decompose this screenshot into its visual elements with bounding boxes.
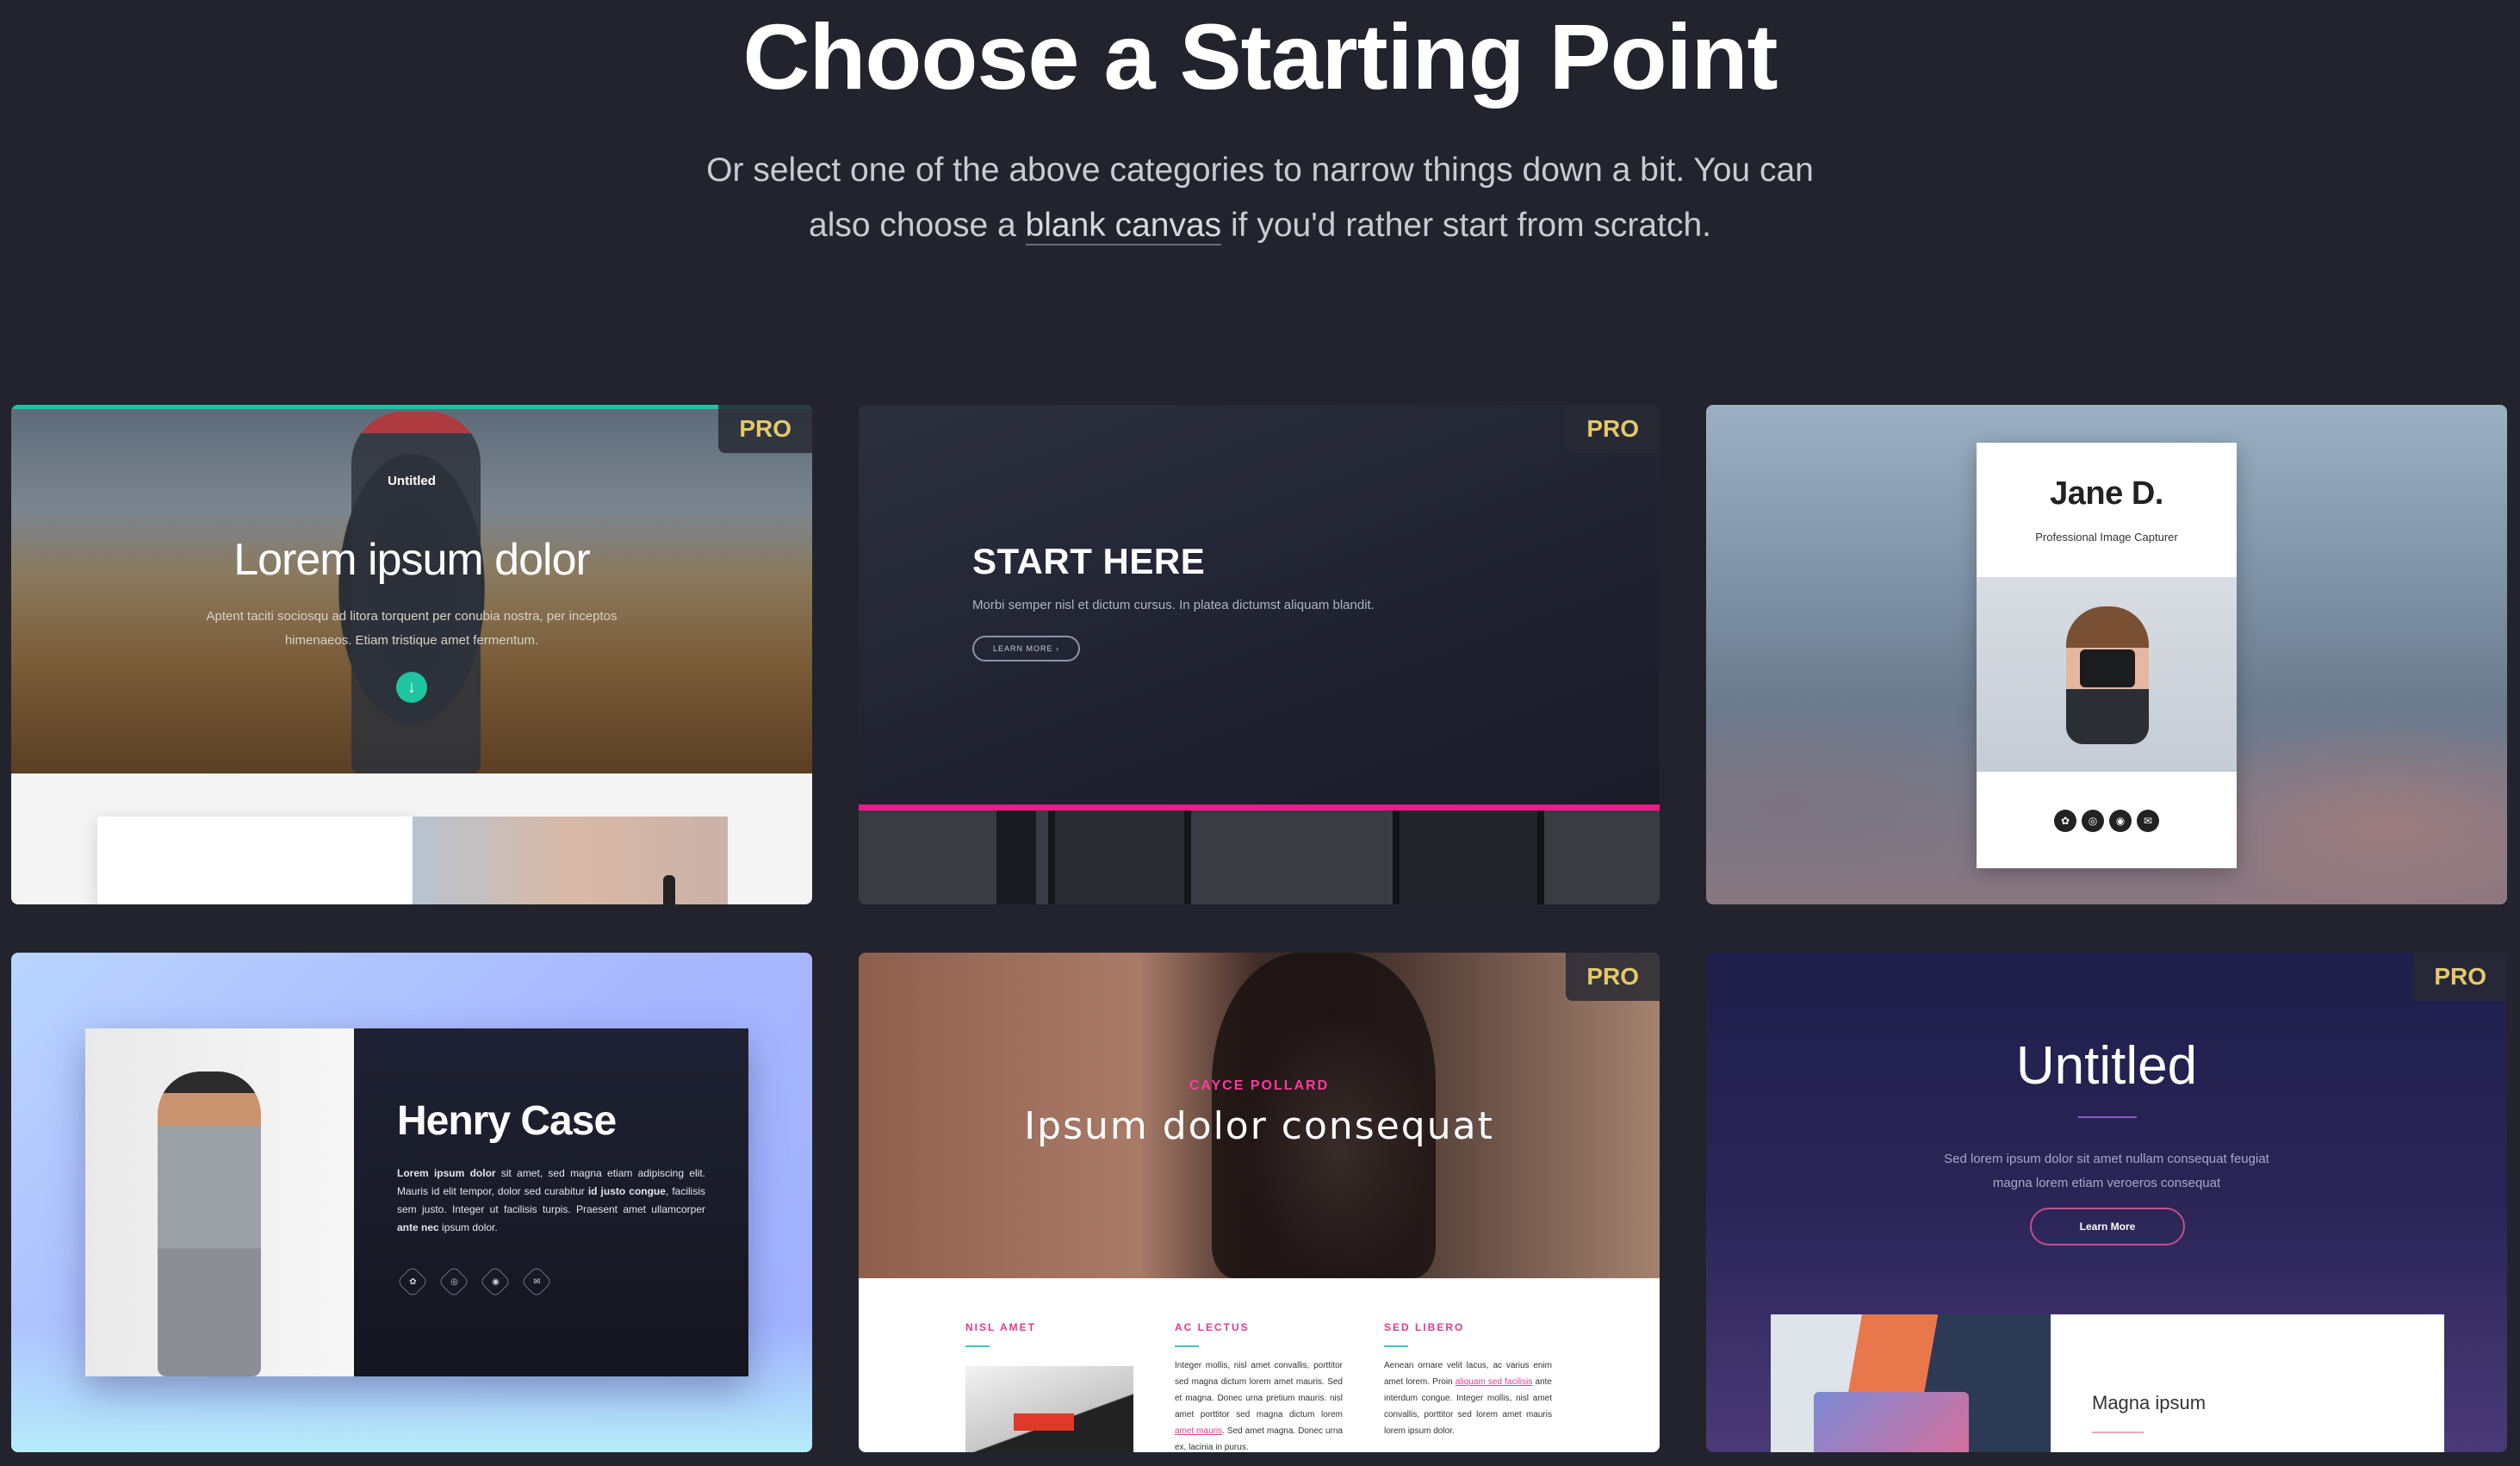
template-card-start-here[interactable]: PRO START HERE Morbi semper nisl et dict… [859,405,1660,904]
template-description: Sed lorem ipsum dolor sit amet nullam co… [1944,1152,2269,1190]
column-title: SED LIBERO [1384,1321,1465,1333]
arrow-down-icon: ↓ [396,672,427,703]
red-book-shape [1014,1413,1074,1431]
accent-strip [11,405,812,409]
mail-icon: ✉ [520,1265,553,1298]
chevron-right-icon: › [1056,644,1060,653]
column-divider [965,1345,990,1347]
instagram-icon: ◎ [2082,810,2104,832]
template-card-untitled[interactable]: PRO Untitled Lorem ipsum dolor Aptent ta… [11,405,812,904]
profile-name: Jane D. [2050,475,2163,512]
panel-divider [2092,1432,2144,1433]
headline-divider [2078,1116,2137,1118]
template-eyebrow: CAYCE POLLARD [1189,1078,1330,1093]
camera-icon: ◉ [2109,810,2132,832]
learn-more-button: LEARN MORE › [972,636,1081,662]
bio-bold: id justo congue [587,1185,666,1197]
pro-badge: PRO [1566,953,1660,1001]
template-card-cayce-pollard[interactable]: PRO CAYCE POLLARD Ipsum dolor consequat … [859,953,1660,1452]
column-text: Integer mollis, nisl amet convallis, por… [1175,1357,1343,1452]
column-text: Aenean ornare velit lacus, ac varius eni… [1384,1357,1552,1439]
content-image [413,817,728,904]
learn-more-label: LEARN MORE [993,644,1053,653]
panel-title: Magna ipsum [2092,1392,2207,1413]
twitter-icon: ✿ [2054,810,2076,832]
template-card-henry-case[interactable]: Henry Case Lorem ipsum dolor sit amet, s… [11,953,812,1452]
portrait-figure [158,1072,261,1376]
column-text-part: Integer mollis, nisl amet convallis, por… [1175,1361,1343,1419]
hiker-figure [351,412,481,773]
mail-icon: ✉ [2137,810,2159,832]
column-title: AC LECTUS [1175,1321,1250,1333]
page-title: Choose a Starting Point [742,4,1778,109]
column-title: NISL AMET [965,1321,1037,1333]
template-headline: START HERE [972,541,1206,581]
laptop-shape [1814,1392,1969,1452]
template-card-jane-d[interactable]: Jane D. Professional Image Capturer ✿ ◎ ◉ ✉ [1706,405,2507,904]
learn-more-button: Learn More [2030,1208,2185,1245]
door-shape [996,811,1036,904]
column-link: aliquam sed facilisis [1455,1377,1533,1387]
bio-text: ipsum dolor. [438,1221,498,1233]
bio-bold: ante nec [397,1221,439,1233]
template-description: Aptent taciti sociosqu ad litora torquen… [206,609,618,648]
column-divider [1175,1345,1199,1347]
template-brand: Untitled [388,474,436,488]
profile-role: Professional Image Capturer [2035,531,2178,544]
pro-badge: PRO [718,405,812,453]
template-description: Morbi semper nisl et dictum cursus. In p… [972,598,1375,612]
accent-stripe [859,804,1660,811]
blank-canvas-link[interactable]: blank canvas [1025,207,1222,245]
door-shape [1393,811,1544,904]
template-headline: Untitled [2015,1036,2198,1096]
pro-badge: PRO [1566,405,1660,453]
content-panel [97,817,413,904]
profile-name: Henry Case [397,1098,617,1144]
social-icons: ✿ ◎ ◉ ✉ [1977,810,2237,832]
subtitle-line-1: Or select one of the above categories to… [706,152,1814,189]
subtitle-pre: also choose a [809,207,1026,244]
template-headline: Lorem ipsum dolor [233,535,591,585]
social-icons: ✿ ◎ ◉ ✉ [396,1265,562,1298]
template-card-untitled-dark[interactable]: PRO Untitled Sed lorem ipsum dolor sit a… [1706,953,2507,1452]
page-subtitle: Or select one of the above categories to… [0,143,2520,253]
instagram-icon: ◎ [438,1265,470,1298]
bio-bold: Lorem ipsum dolor [397,1167,496,1179]
desk-photo [965,1366,1133,1452]
profile-bio: Lorem ipsum dolor sit amet, sed magna et… [397,1165,705,1237]
door-shape [1048,811,1191,904]
profile-box: Henry Case Lorem ipsum dolor sit amet, s… [85,1028,748,1376]
profile-card: Jane D. Professional Image Capturer ✿ ◎ ◉ ✉ [1977,443,2237,868]
feature-column: NISL AMET [965,1321,1133,1357]
pro-badge: PRO [2413,953,2507,1001]
subtitle-post: if you'd rather start from scratch. [1221,207,1711,244]
feature-column: AC LECTUS Integer mollis, nisl amet conv… [1175,1321,1343,1452]
bio-panel: Henry Case Lorem ipsum dolor sit amet, s… [354,1028,748,1376]
column-link: amet mauris [1175,1426,1223,1436]
twitter-icon: ✿ [396,1265,429,1298]
feature-column: SED LIBERO Aenean ornare velit lacus, ac… [1384,1321,1552,1439]
camera-shape [2080,649,2135,687]
walker-figure [663,875,675,904]
camera-icon: ◉ [479,1265,512,1298]
template-headline: Ipsum dolor consequat [1024,1104,1494,1148]
column-divider [1384,1345,1408,1347]
